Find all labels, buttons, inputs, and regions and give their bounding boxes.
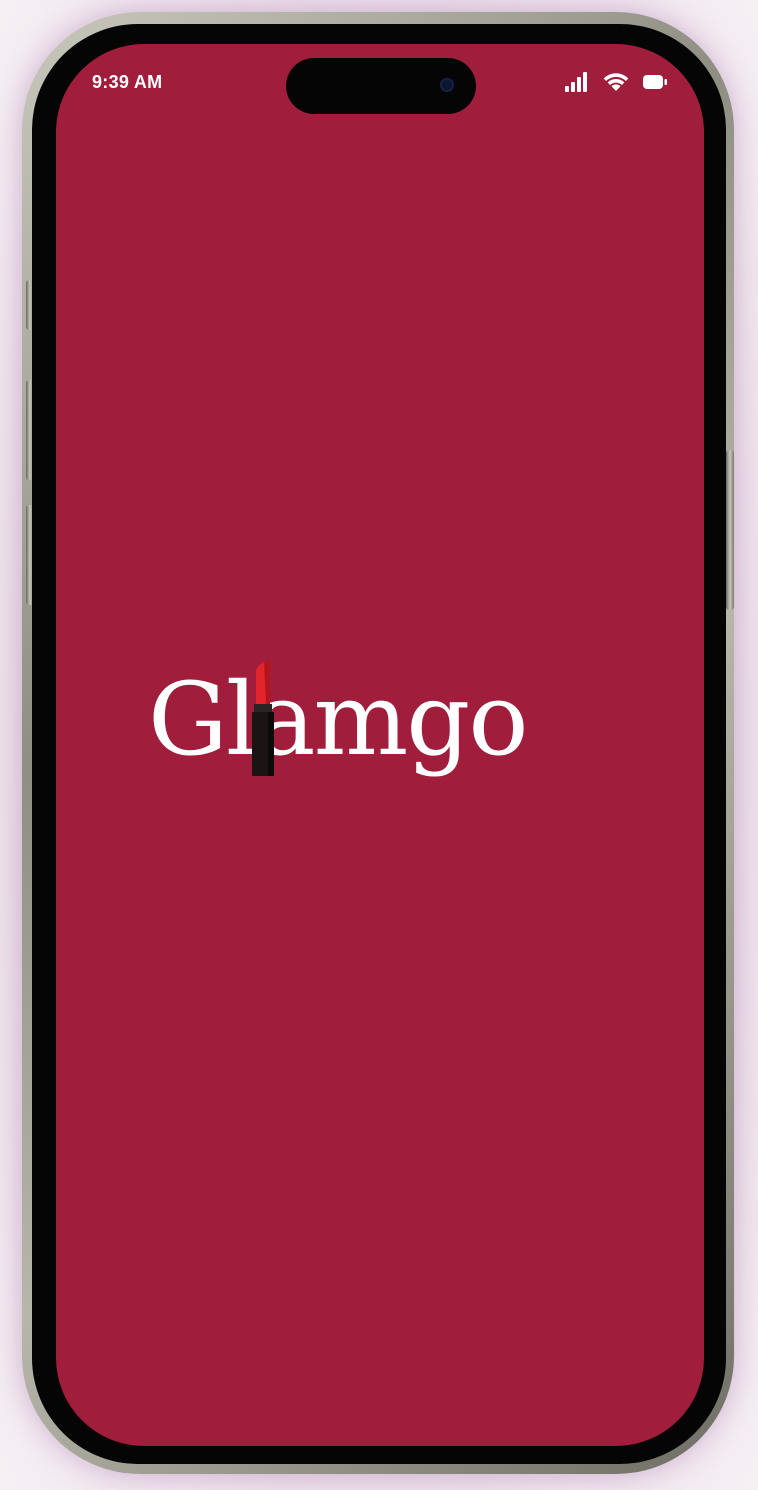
app-logo: Glamgo xyxy=(148,656,618,816)
status-icons xyxy=(564,70,668,94)
status-time: 9:39 AM xyxy=(92,72,163,92)
front-camera xyxy=(440,78,454,92)
dynamic-island xyxy=(286,58,476,114)
power-button xyxy=(726,450,734,610)
wifi-icon xyxy=(602,72,630,92)
battery-icon xyxy=(642,74,668,90)
cellular-signal-icon xyxy=(564,72,590,92)
lipstick-icon xyxy=(250,660,276,778)
logo-text: Glamgo xyxy=(148,661,529,778)
splash-screen: 9:39 AM Glamgo xyxy=(56,44,704,1446)
